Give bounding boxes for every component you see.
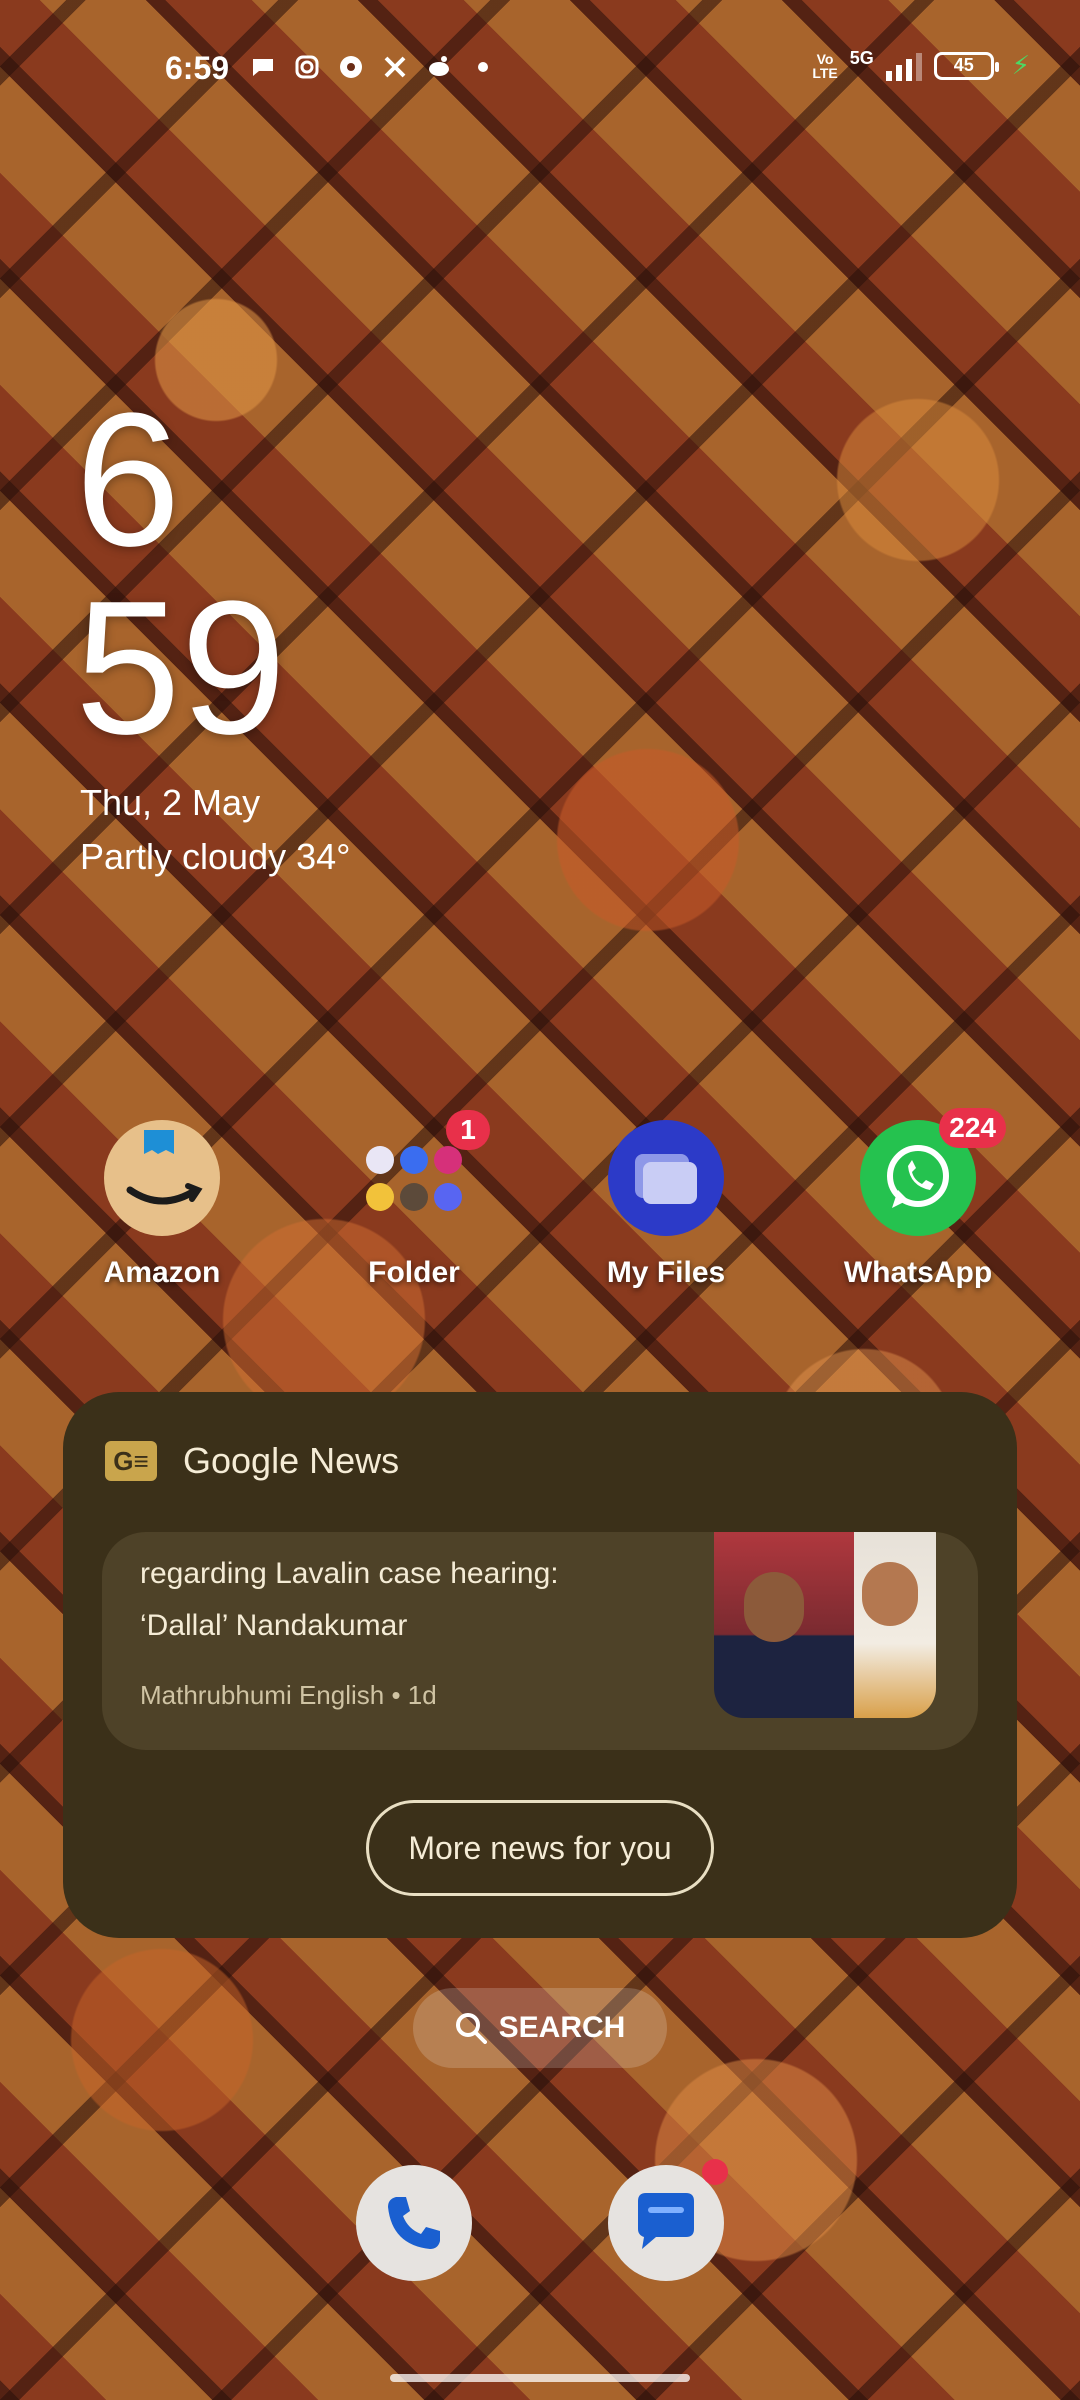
signal-strength-icon [885, 51, 922, 81]
whatsapp-icon[interactable]: 224 [860, 1108, 1006, 1236]
google-news-icon: G≡ [105, 1441, 157, 1481]
app-icon-small-2 [400, 1182, 428, 1211]
unread-dot [702, 2159, 728, 2185]
status-time: 6:59 [165, 50, 230, 86]
app-my-files[interactable]: My Files [556, 1120, 776, 1290]
search-button[interactable]: SEARCH [413, 1988, 667, 2068]
charging-bolt-icon: ⚡ [1011, 50, 1030, 80]
messages-icon [638, 2193, 694, 2249]
more-notifications-dot-icon [468, 52, 498, 82]
dock-messages[interactable] [608, 2159, 728, 2281]
news-thumbnail [714, 1532, 936, 1718]
phone-icon [388, 2197, 440, 2249]
reddit-icon [424, 52, 454, 82]
files-icon[interactable] [608, 1120, 724, 1236]
app-label: Folder [368, 1256, 460, 1289]
volte-indicator: Vo LTE [812, 50, 838, 81]
app-amazon[interactable]: Amazon [52, 1120, 272, 1290]
more-news-button[interactable]: More news for you [366, 1800, 714, 1896]
app-folder[interactable]: 1 Folder [304, 1110, 524, 1290]
instagram-icon [292, 52, 322, 82]
system-status: Vo LTE 5G 45 ⚡ [812, 48, 1030, 81]
chrome-icon [336, 52, 366, 82]
chat-bubble-icon [248, 52, 278, 82]
play-store-icon [366, 1145, 394, 1174]
notification-badge: 1 [446, 1110, 490, 1150]
search-icon [455, 2013, 487, 2044]
google-news-widget[interactable]: G≡ Google News regarding Lavalin case he… [63, 1392, 1017, 1938]
clock-minute: 59 [75, 562, 287, 774]
news-widget-title: Google News [183, 1440, 400, 1481]
app-label: WhatsApp [843, 1256, 993, 1289]
x-twitter-icon [380, 52, 410, 82]
amazon-icon[interactable] [104, 1120, 220, 1236]
app-whatsapp[interactable]: 224 WhatsApp [808, 1108, 1028, 1290]
discord-icon [434, 1182, 462, 1211]
dock-phone[interactable] [356, 2165, 472, 2281]
network-type: 5G [849, 48, 874, 68]
news-headline: regarding Lavalin case hearing: ‘Dallal’… [140, 1557, 559, 1642]
notification-icons [248, 52, 498, 82]
app-label: My Files [606, 1256, 726, 1289]
news-source: Mathrubhumi English • 1d [140, 1680, 437, 1710]
clock-hour: 6 [75, 374, 181, 586]
battery-icon: 45 [933, 51, 999, 80]
clock-date: Thu, 2 May [80, 782, 261, 823]
home-gesture-bar[interactable] [390, 2374, 690, 2382]
folder-icon[interactable]: 1 [356, 1110, 490, 1236]
news-article-card[interactable]: regarding Lavalin case hearing: ‘Dallal’… [102, 1532, 978, 1750]
unread-badge: 224 [939, 1108, 1006, 1148]
status-bar[interactable]: 6:59 Vo LTE 5G 45 ⚡ [0, 0, 1080, 140]
search-label: SEARCH [498, 2011, 626, 2044]
app-label: Amazon [103, 1256, 221, 1289]
lock-app-icon [366, 1182, 394, 1211]
weather-summary: Partly cloudy 34° [80, 836, 351, 877]
app-icon-small [400, 1145, 428, 1174]
news-widget-header[interactable]: G≡ Google News [105, 1440, 399, 1482]
instagram-small-icon [434, 1145, 462, 1174]
